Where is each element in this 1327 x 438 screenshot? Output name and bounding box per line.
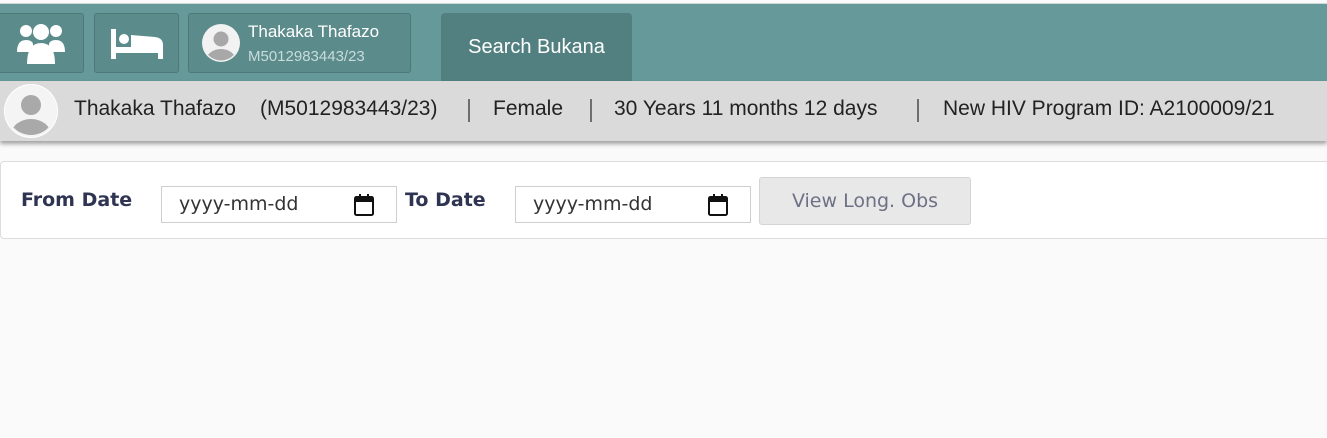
user-avatar-icon	[5, 85, 57, 137]
date-filter-panel: From Date yyyy-mm-dd To Date yyyy-mm-dd …	[0, 161, 1327, 239]
tab-search-bukana[interactable]: Search Bukana	[441, 13, 632, 82]
top-navigation-bar: Thakaka Thafazo M5012983443/23 Search Bu…	[0, 3, 1327, 82]
bed-management-button[interactable]	[94, 13, 179, 73]
patient-name: Thakaka Thafazo	[74, 97, 236, 120]
patient-gender: Female	[493, 97, 564, 120]
divider	[468, 99, 470, 122]
calendar-icon[interactable]	[708, 194, 728, 216]
divider	[917, 99, 919, 122]
patient-program-id: New HIV Program ID: A2100009/21	[943, 97, 1275, 120]
patient-id: (M5012983443/23)	[260, 97, 438, 120]
current-patient-name: Thakaka Thafazo	[248, 22, 380, 41]
patients-button[interactable]	[0, 13, 84, 73]
from-date-placeholder: yyyy-mm-dd	[179, 193, 299, 215]
bed-icon	[111, 29, 163, 59]
current-patient-id: M5012983443/23	[248, 48, 365, 65]
current-patient-button[interactable]: Thakaka Thafazo M5012983443/23	[188, 13, 411, 73]
patient-info-bar: Thakaka Thafazo (M5012983443/23) Female …	[0, 81, 1327, 141]
view-long-obs-button[interactable]: View Long. Obs	[759, 177, 971, 225]
calendar-icon[interactable]	[354, 194, 374, 216]
from-date-label: From Date	[21, 189, 133, 211]
patients-group-icon	[17, 24, 65, 64]
to-date-label: To Date	[405, 189, 486, 211]
user-avatar-icon	[202, 24, 240, 62]
to-date-input[interactable]: yyyy-mm-dd	[515, 186, 751, 223]
from-date-input[interactable]: yyyy-mm-dd	[161, 186, 397, 223]
to-date-placeholder: yyyy-mm-dd	[533, 193, 653, 215]
patient-age: 30 Years 11 months 12 days	[614, 97, 878, 120]
divider	[590, 99, 592, 122]
patient-avatar	[4, 84, 58, 138]
